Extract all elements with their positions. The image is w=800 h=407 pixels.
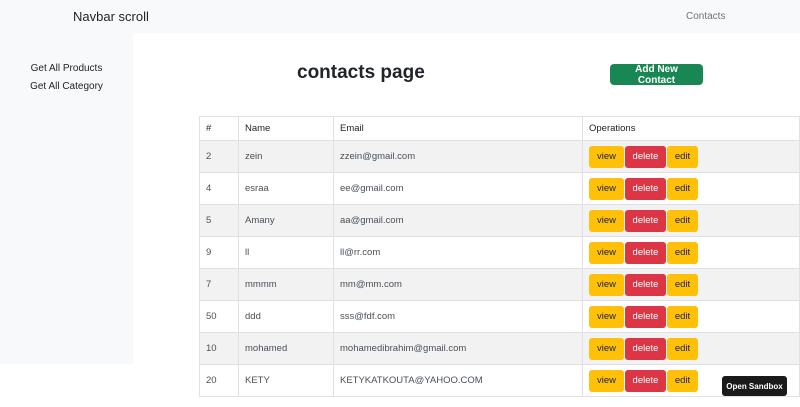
column-header-name: Name bbox=[238, 116, 334, 141]
column-header-operations: Operations bbox=[582, 116, 800, 141]
cell-operations: view delete edit bbox=[582, 332, 800, 365]
table-row: 9 ll ll@rr.com view delete edit bbox=[199, 236, 800, 269]
view-button[interactable]: view bbox=[589, 177, 624, 200]
edit-button[interactable]: edit bbox=[667, 145, 698, 168]
cell-operations: view delete edit bbox=[582, 204, 800, 237]
delete-button[interactable]: delete bbox=[625, 369, 666, 392]
cell-id: 20 bbox=[199, 364, 239, 397]
view-button[interactable]: view bbox=[589, 369, 624, 392]
edit-button[interactable]: edit bbox=[667, 241, 698, 264]
cell-name: mohamed bbox=[238, 332, 334, 365]
cell-id: 7 bbox=[199, 268, 239, 301]
cell-name: mmmm bbox=[238, 268, 334, 301]
view-button[interactable]: view bbox=[589, 305, 624, 328]
view-button[interactable]: view bbox=[589, 337, 624, 360]
cell-operations: view delete edit bbox=[582, 172, 800, 205]
cell-id: 4 bbox=[199, 172, 239, 205]
delete-button[interactable]: delete bbox=[625, 177, 666, 200]
table-header-row: # Name Email Operations bbox=[199, 116, 800, 141]
edit-button[interactable]: edit bbox=[667, 337, 698, 360]
column-header-email: Email bbox=[333, 116, 583, 141]
edit-button[interactable]: edit bbox=[667, 369, 698, 392]
edit-button[interactable]: edit bbox=[667, 305, 698, 328]
table-row: 10 mohamed mohamedibrahim@gmail.com view del… bbox=[199, 332, 800, 365]
delete-button[interactable]: delete bbox=[625, 305, 666, 328]
view-button[interactable]: view bbox=[589, 273, 624, 296]
cell-name: esraa bbox=[238, 172, 334, 205]
cell-id: 2 bbox=[199, 140, 239, 173]
view-button[interactable]: view bbox=[589, 241, 624, 264]
cell-id: 5 bbox=[199, 204, 239, 237]
sidebar-item-products[interactable]: Get All Products bbox=[0, 63, 133, 74]
cell-email: mohamedibrahim@gmail.com bbox=[333, 332, 583, 365]
contacts-table: # Name Email Operations 2 zein zzein@gmail… bbox=[199, 116, 800, 397]
view-button[interactable]: view bbox=[589, 209, 624, 232]
cell-email: zzein@gmail.com bbox=[333, 140, 583, 173]
cell-id: 9 bbox=[199, 236, 239, 269]
table-row: 5 Amany aa@gmail.com view delete edit bbox=[199, 204, 800, 237]
delete-button[interactable]: delete bbox=[625, 241, 666, 264]
edit-button[interactable]: edit bbox=[667, 177, 698, 200]
cell-email: aa@gmail.com bbox=[333, 204, 583, 237]
navbar-brand[interactable]: Navbar scroll bbox=[73, 9, 149, 24]
add-new-contact-button[interactable]: Add New Contact bbox=[610, 64, 703, 86]
table-row: 7 mmmm mm@mm.com view delete edit bbox=[199, 268, 800, 301]
sidebar: Get All Products Get All Category bbox=[0, 33, 133, 364]
sidebar-item-category[interactable]: Get All Category bbox=[0, 81, 133, 92]
cell-email: ee@gmail.com bbox=[333, 172, 583, 205]
delete-button[interactable]: delete bbox=[625, 145, 666, 168]
cell-operations: view delete edit bbox=[582, 140, 800, 173]
cell-operations: view delete edit bbox=[582, 236, 800, 269]
delete-button[interactable]: delete bbox=[625, 209, 666, 232]
table-row: 20 KETY KETYKATKOUTA@YAHOO.COM view delete ed… bbox=[199, 364, 800, 397]
view-button[interactable]: view bbox=[589, 145, 624, 168]
nav-link-contacts[interactable]: Contacts bbox=[686, 11, 725, 22]
navbar: Navbar scroll Contacts bbox=[0, 0, 800, 33]
cell-operations: view delete edit bbox=[582, 268, 800, 301]
table-row: 4 esraa ee@gmail.com view delete edit bbox=[199, 172, 800, 205]
column-header-number: # bbox=[199, 116, 239, 141]
edit-button[interactable]: edit bbox=[667, 273, 698, 296]
cell-email: mm@mm.com bbox=[333, 268, 583, 301]
cell-operations: view delete edit bbox=[582, 300, 800, 333]
edit-button[interactable]: edit bbox=[667, 209, 698, 232]
cell-id: 10 bbox=[199, 332, 239, 365]
delete-button[interactable]: delete bbox=[625, 337, 666, 360]
table-row: 50 ddd sss@fdf.com view delete edit bbox=[199, 300, 800, 333]
cell-name: KETY bbox=[238, 364, 334, 397]
cell-name: ll bbox=[238, 236, 334, 269]
cell-name: Amany bbox=[238, 204, 334, 237]
cell-email: ll@rr.com bbox=[333, 236, 583, 269]
open-sandbox-button[interactable]: Open Sandbox bbox=[722, 376, 787, 396]
cell-name: zein bbox=[238, 140, 334, 173]
page-title: contacts page bbox=[297, 62, 425, 83]
table-row: 2 zein zzein@gmail.com view delete edit bbox=[199, 140, 800, 173]
cell-email: sss@fdf.com bbox=[333, 300, 583, 333]
cell-email: KETYKATKOUTA@YAHOO.COM bbox=[333, 364, 583, 397]
cell-id: 50 bbox=[199, 300, 239, 333]
cell-name: ddd bbox=[238, 300, 334, 333]
delete-button[interactable]: delete bbox=[625, 273, 666, 296]
